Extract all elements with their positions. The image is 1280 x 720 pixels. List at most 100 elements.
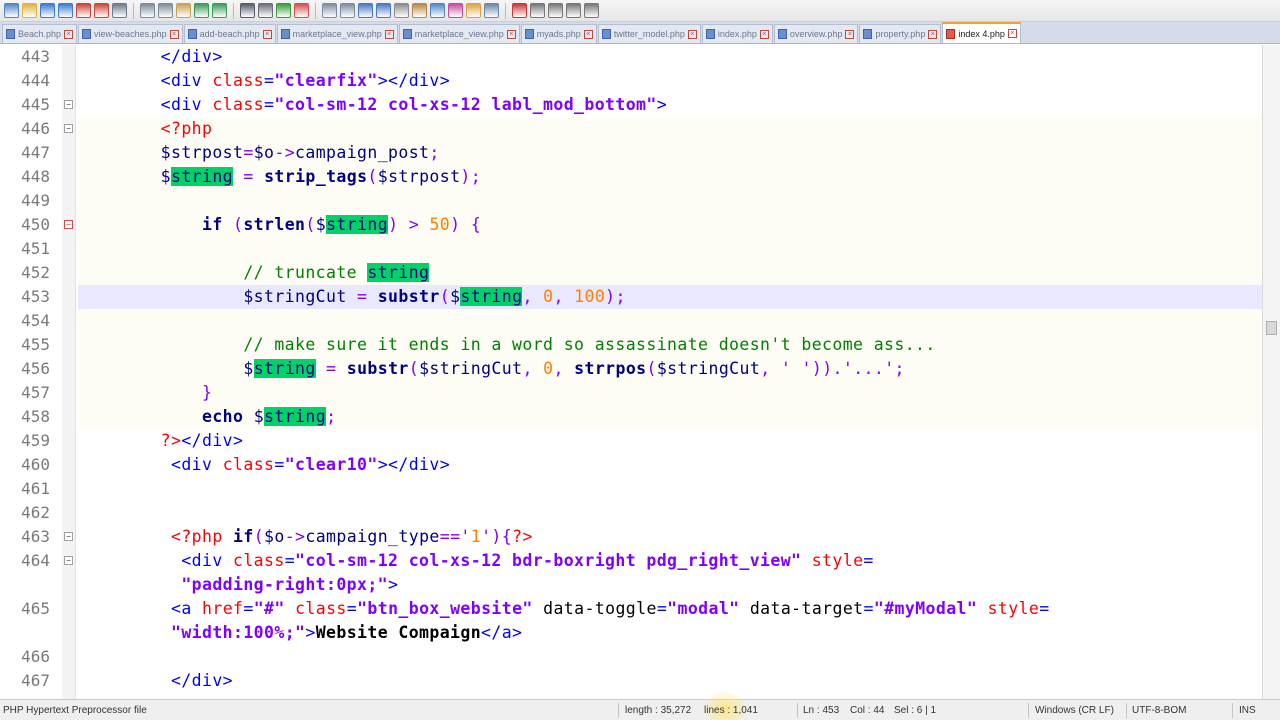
close-tab-icon[interactable]: ×	[687, 29, 697, 39]
fold-toggle-icon[interactable]: −	[64, 100, 73, 109]
close-tab-icon[interactable]: ×	[169, 29, 179, 39]
open-file-icon[interactable]	[22, 3, 37, 18]
code-line[interactable]: 463 − <?php if($o->campaign_type=='1'){?>	[0, 525, 1262, 549]
file-tab[interactable]: myads.php ×	[520, 24, 597, 43]
cut-icon[interactable]	[140, 3, 155, 18]
monitor-icon[interactable]	[484, 3, 499, 18]
close-tab-icon[interactable]: ×	[384, 29, 394, 39]
code-text: $string = strip_tags($strpost);	[78, 165, 481, 189]
play-macro-icon[interactable]	[548, 3, 563, 18]
zoom-out-icon[interactable]	[294, 3, 309, 18]
code-line[interactable]: 454	[0, 309, 1262, 333]
current-code-line[interactable]: 453 $stringCut = substr($string, 0, 100)…	[0, 285, 1262, 309]
file-tab[interactable]: marketplace_view.php ×	[398, 24, 520, 43]
code-line[interactable]: 445 − <div class="col-sm-12 col-xs-12 lab…	[0, 93, 1262, 117]
close-tab-icon[interactable]: ×	[64, 29, 74, 39]
save-all-icon[interactable]	[58, 3, 73, 18]
redo-icon[interactable]	[212, 3, 227, 18]
status-eol[interactable]: Windows (CR LF)	[1035, 705, 1114, 716]
close-tab-icon[interactable]: ×	[506, 29, 516, 39]
code-line[interactable]: 462	[0, 501, 1262, 525]
print-icon[interactable]	[112, 3, 127, 18]
function-list-icon[interactable]	[448, 3, 463, 18]
stop-macro-icon[interactable]	[530, 3, 545, 18]
code-editor[interactable]: 443 </div> 444 <div class="clearfix"></di…	[0, 45, 1262, 699]
status-insert-mode[interactable]: INS	[1239, 705, 1256, 716]
code-line[interactable]: 446 − <?php	[0, 117, 1262, 141]
code-line[interactable]: 466	[0, 645, 1262, 669]
find-icon[interactable]	[240, 3, 255, 18]
file-tab[interactable]: twitter_model.php ×	[597, 24, 701, 43]
close-tab-icon[interactable]: ×	[845, 29, 855, 39]
sync-v-icon[interactable]	[322, 3, 337, 18]
fold-toggle-icon[interactable]: −	[64, 556, 73, 565]
vertical-scrollbar[interactable]	[1262, 45, 1280, 699]
code-token: ,	[522, 287, 533, 306]
undo-icon[interactable]	[194, 3, 209, 18]
code-line[interactable]: 458 echo $string;	[0, 405, 1262, 429]
fold-toggle-icon[interactable]: −	[64, 220, 73, 229]
code-token: $	[315, 215, 327, 234]
word-wrap-icon[interactable]	[358, 3, 373, 18]
code-line[interactable]: 450− if (strlen($string) > 50) {	[0, 213, 1262, 237]
code-line[interactable]: 457 }	[0, 381, 1262, 405]
zoom-in-icon[interactable]	[276, 3, 291, 18]
close-all-icon[interactable]	[94, 3, 109, 18]
line-number: 448	[21, 167, 50, 186]
udl-icon[interactable]	[412, 3, 427, 18]
file-tab[interactable]: add-beach.php ×	[183, 24, 276, 43]
save-macro-icon[interactable]	[584, 3, 599, 18]
close-tab-icon[interactable]: ×	[928, 29, 938, 39]
status-encoding[interactable]: UTF-8-BOM	[1132, 705, 1186, 716]
code-line[interactable]: 461	[0, 477, 1262, 501]
close-tab-icon[interactable]: ×	[583, 29, 593, 39]
sync-h-icon[interactable]	[340, 3, 355, 18]
code-line[interactable]: 447 $strpost=$o->campaign_post;	[0, 141, 1262, 165]
code-line[interactable]: "padding-right:0px;">	[0, 573, 1262, 597]
scrollbar-thumb[interactable]	[1266, 321, 1277, 335]
indent-guide-icon[interactable]	[394, 3, 409, 18]
code-token: ->	[274, 143, 296, 162]
code-line[interactable]: 444 <div class="clearfix"></div>	[0, 69, 1262, 93]
code-token: =	[243, 599, 254, 618]
fold-toggle-icon[interactable]: −	[64, 124, 73, 133]
close-icon[interactable]	[76, 3, 91, 18]
code-line[interactable]: 452 // truncate string	[0, 261, 1262, 285]
close-tab-icon[interactable]: ×	[1007, 29, 1017, 38]
file-tab[interactable]: overview.php ×	[773, 24, 859, 43]
folder-workspace-icon[interactable]	[466, 3, 481, 18]
code-line[interactable]: 455 // make sure it ends in a word so as…	[0, 333, 1262, 357]
file-tab[interactable]: Beach.php ×	[2, 24, 78, 43]
file-tab[interactable]: index.php ×	[701, 24, 773, 43]
close-tab-icon[interactable]: ×	[262, 29, 272, 39]
code-line[interactable]: 449	[0, 189, 1262, 213]
code-line[interactable]: 456 $string = substr($stringCut, 0, strr…	[0, 357, 1262, 381]
new-file-icon[interactable]	[4, 3, 19, 18]
code-line[interactable]: 459 ?></div>	[0, 429, 1262, 453]
save-icon[interactable]	[40, 3, 55, 18]
code-line[interactable]: 464− <div class="col-sm-12 col-xs-12 bdr…	[0, 549, 1262, 573]
show-all-chars-icon[interactable]	[376, 3, 391, 18]
file-tab[interactable]: marketplace_view.php ×	[276, 24, 398, 43]
copy-icon[interactable]	[158, 3, 173, 18]
code-token: );	[460, 167, 482, 186]
fold-toggle-icon[interactable]: −	[64, 532, 73, 541]
code-line[interactable]: 467 </div>	[0, 669, 1262, 693]
code-line[interactable]: 443 </div>	[0, 45, 1262, 69]
file-tab[interactable]: index 4.php ×	[942, 22, 1021, 43]
toolbar-separator	[133, 2, 134, 19]
file-tab[interactable]: property.php ×	[859, 24, 942, 43]
code-line[interactable]: 451	[0, 237, 1262, 261]
code-line[interactable]: 448 $string = strip_tags($strpost);	[0, 165, 1262, 189]
code-line[interactable]: 460 <div class="clear10"></div>	[0, 453, 1262, 477]
replace-icon[interactable]	[258, 3, 273, 18]
run-macro-icon[interactable]	[566, 3, 581, 18]
code-line[interactable]: "width:100%;">Website Compaign</a>	[0, 621, 1262, 645]
file-tab[interactable]: view-beaches.php ×	[78, 24, 183, 43]
close-tab-icon[interactable]: ×	[759, 29, 769, 39]
code-line[interactable]: 465 <a href="#" class="btn_box_website" …	[0, 597, 1262, 621]
paste-icon[interactable]	[176, 3, 191, 18]
record-macro-icon[interactable]	[512, 3, 527, 18]
doc-map-icon[interactable]	[430, 3, 445, 18]
